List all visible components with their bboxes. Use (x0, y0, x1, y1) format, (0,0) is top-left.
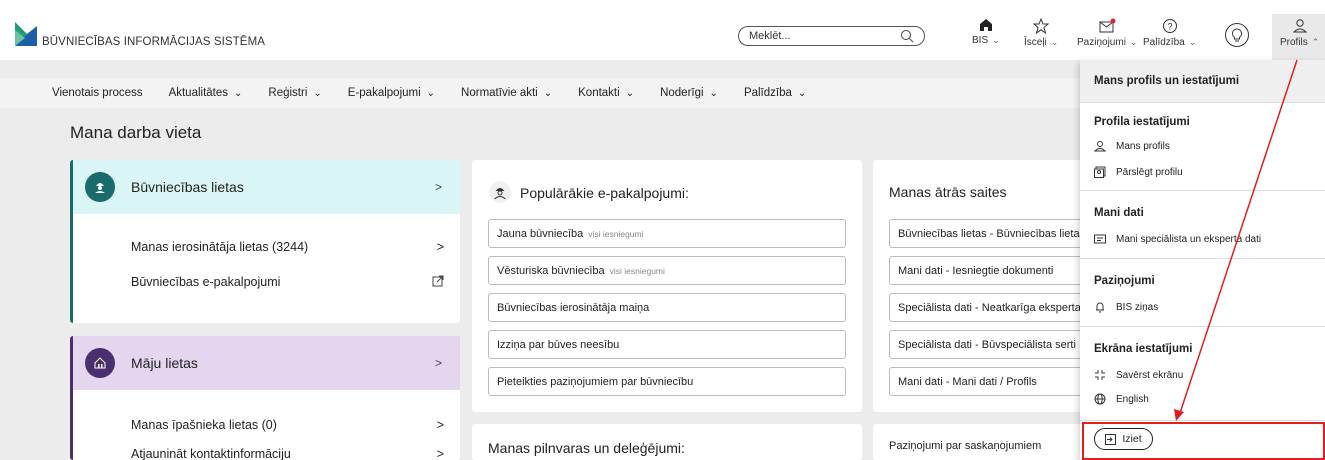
annotation-arrow (1174, 59, 1298, 421)
